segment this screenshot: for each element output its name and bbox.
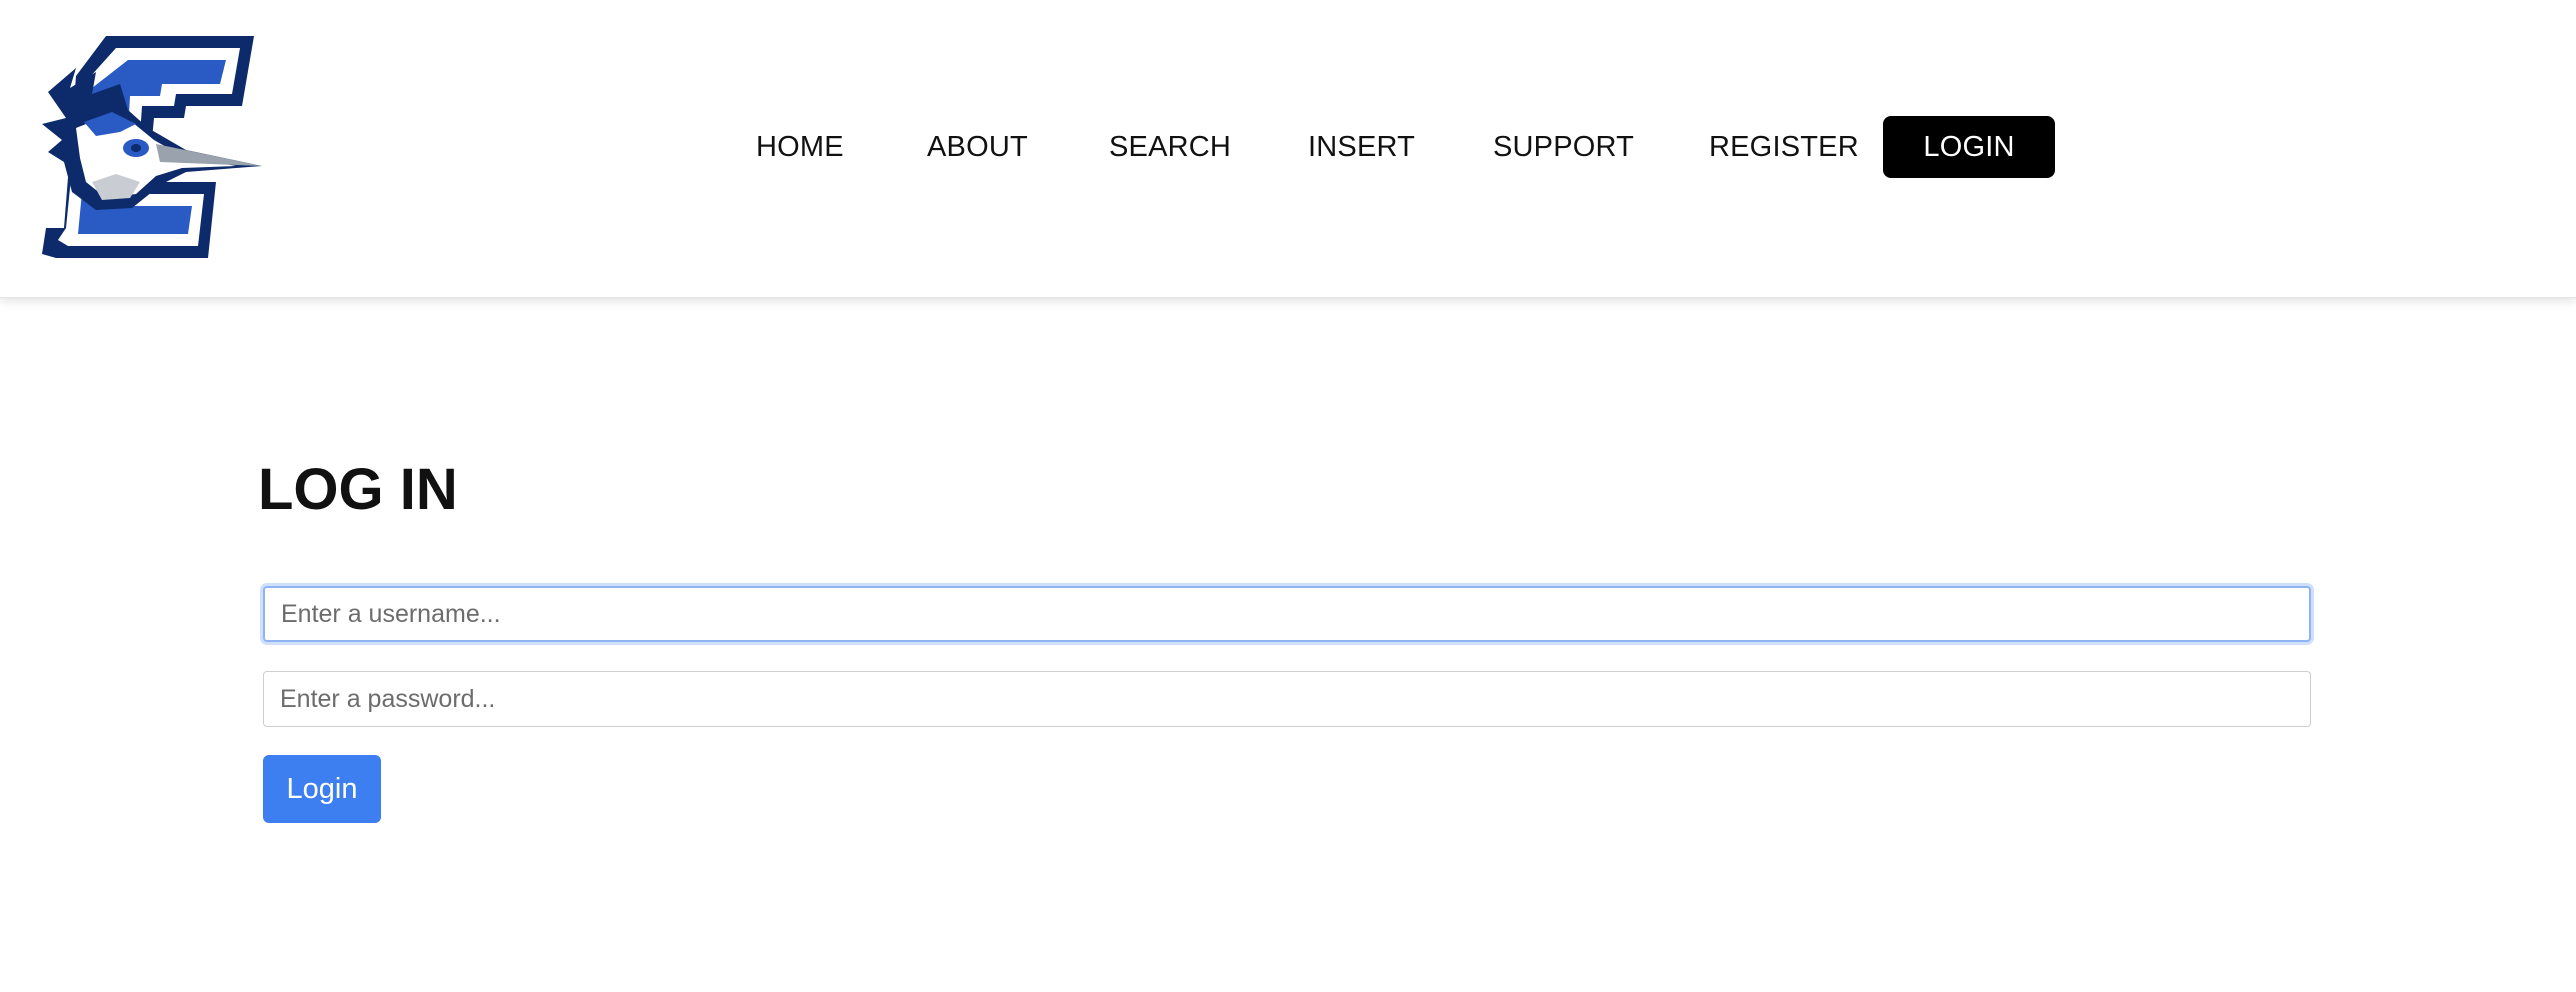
nav-register[interactable]: REGISTER [1709,116,1859,178]
username-input[interactable] [263,586,2311,642]
login-section: LOG IN Login [0,298,2576,992]
main-nav: HOME ABOUT SEARCH INSERT SUPPORT REGISTE… [0,116,2576,178]
nav-search[interactable]: SEARCH [1109,116,1231,178]
password-input[interactable] [263,671,2311,727]
login-button[interactable]: Login [263,755,381,823]
nav-home[interactable]: HOME [756,116,844,178]
page-title: LOG IN [258,457,458,522]
nav-insert[interactable]: INSERT [1308,116,1415,178]
site-header: HOME ABOUT SEARCH INSERT SUPPORT REGISTE… [0,0,2576,298]
nav-about[interactable]: ABOUT [927,116,1028,178]
nav-login[interactable]: LOGIN [1883,116,2055,178]
nav-support[interactable]: SUPPORT [1493,116,1634,178]
